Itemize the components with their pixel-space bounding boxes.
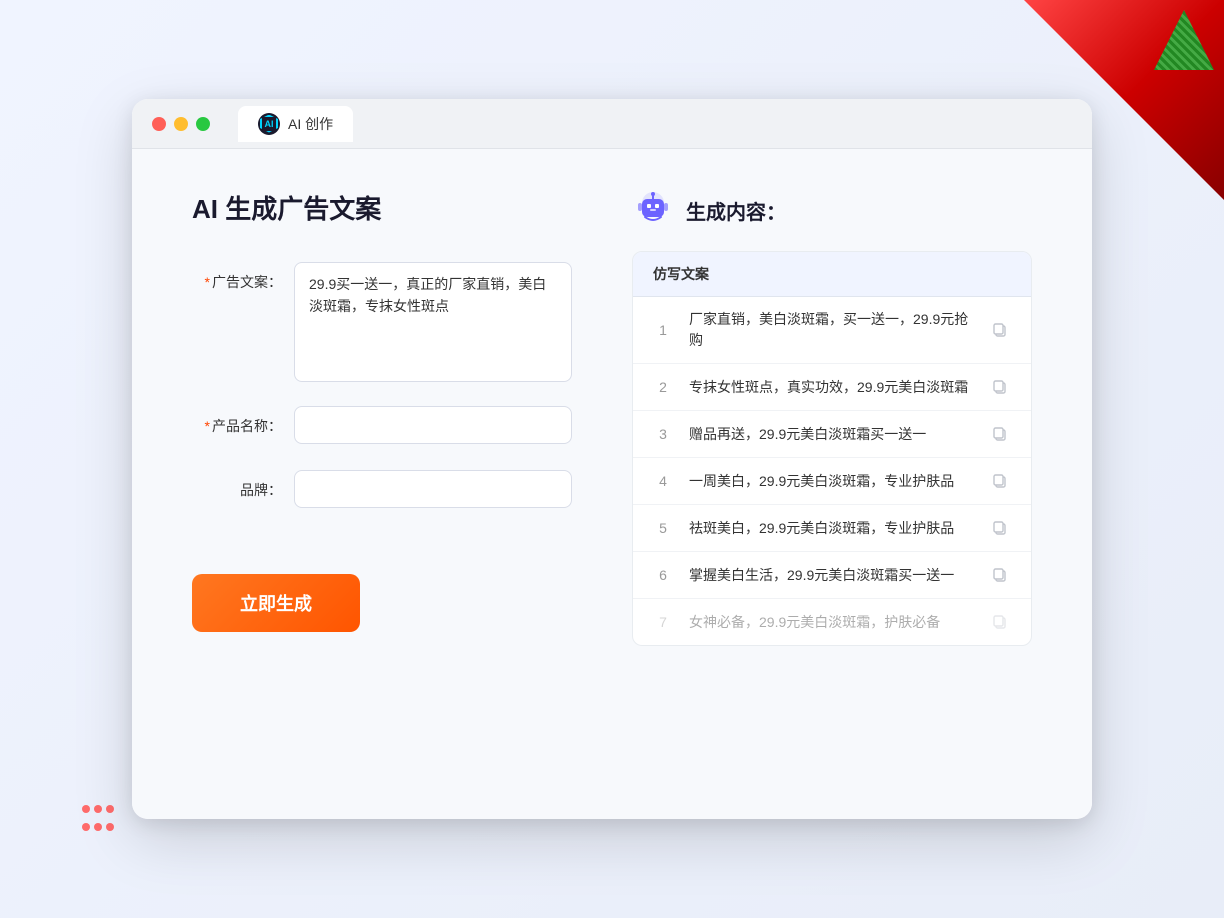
copy-icon-4[interactable] [989, 470, 1011, 492]
traffic-light-green[interactable] [196, 117, 210, 131]
row-text-3: 赠品再送，29.9元美白淡斑霜买一送一 [689, 424, 973, 445]
table-header: 仿写文案 [633, 252, 1031, 297]
table-row-dimmed: 7 女神必备，29.9元美白淡斑霜，护肤必备 [633, 599, 1031, 645]
generate-button[interactable]: 立即生成 [192, 574, 360, 632]
required-star-1: * [205, 274, 210, 290]
browser-titlebar: AI AI 创作 [132, 99, 1092, 149]
browser-content: AI 生成广告文案 *广告文案： 29.9买一送一，真正的厂家直销，美白淡斑霜，… [132, 149, 1092, 819]
row-text-2: 专抹女性斑点，真实功效，29.9元美白淡斑霜 [689, 377, 973, 398]
robot-icon [632, 189, 674, 231]
brand-group: 品牌： 好白 [192, 470, 572, 510]
row-text-4: 一周美白，29.9元美白淡斑霜，专业护肤品 [689, 471, 973, 492]
tab-label: AI 创作 [288, 114, 333, 134]
dots-decoration [80, 802, 116, 838]
result-title: 生成内容： [686, 196, 786, 225]
left-panel: AI 生成广告文案 *广告文案： 29.9买一送一，真正的厂家直销，美白淡斑霜，… [192, 189, 572, 779]
copy-icon-2[interactable] [989, 376, 1011, 398]
table-row: 2 专抹女性斑点，真实功效，29.9元美白淡斑霜 [633, 364, 1031, 411]
table-row: 6 掌握美白生活，29.9元美白淡斑霜买一送一 [633, 552, 1031, 599]
row-number-7: 7 [653, 614, 673, 630]
product-name-label: *产品名称： [192, 406, 282, 446]
traffic-light-yellow[interactable] [174, 117, 188, 131]
browser-tab[interactable]: AI AI 创作 [238, 106, 353, 142]
ad-copy-group: *广告文案： 29.9买一送一，真正的厂家直销，美白淡斑霜，专抹女性斑点 [192, 262, 572, 382]
copy-icon-1[interactable] [989, 319, 1011, 341]
row-number-3: 3 [653, 426, 673, 442]
traffic-lights [152, 117, 210, 131]
row-number-2: 2 [653, 379, 673, 395]
copy-icon-7[interactable] [989, 611, 1011, 633]
ad-copy-input[interactable]: 29.9买一送一，真正的厂家直销，美白淡斑霜，专抹女性斑点 [294, 262, 572, 382]
table-row: 1 厂家直销，美白淡斑霜，买一送一，29.9元抢购 [633, 297, 1031, 364]
ad-copy-label: *广告文案： [192, 262, 282, 302]
row-number-1: 1 [653, 322, 673, 338]
table-row: 3 赠品再送，29.9元美白淡斑霜买一送一 [633, 411, 1031, 458]
product-name-input[interactable]: 美白淡斑霜 [294, 406, 572, 444]
brand-label: 品牌： [192, 470, 282, 510]
traffic-light-red[interactable] [152, 117, 166, 131]
page-title: AI 生成广告文案 [192, 189, 572, 226]
row-text-7: 女神必备，29.9元美白淡斑霜，护肤必备 [689, 612, 973, 633]
copy-icon-3[interactable] [989, 423, 1011, 445]
table-row: 4 一周美白，29.9元美白淡斑霜，专业护肤品 [633, 458, 1031, 505]
table-row: 5 祛斑美白，29.9元美白淡斑霜，专业护肤品 [633, 505, 1031, 552]
required-star-2: * [205, 418, 210, 434]
copy-icon-5[interactable] [989, 517, 1011, 539]
right-panel: 生成内容： 仿写文案 1 厂家直销，美白淡斑霜，买一送一，29.9元抢购 2 [632, 189, 1032, 779]
copy-icon-6[interactable] [989, 564, 1011, 586]
product-name-group: *产品名称： 美白淡斑霜 [192, 406, 572, 446]
brand-input[interactable]: 好白 [294, 470, 572, 508]
row-number-6: 6 [653, 567, 673, 583]
result-header: 生成内容： [632, 189, 1032, 231]
browser-window: AI AI 创作 AI 生成广告文案 *广告文案： 29.9买一送一，真正的厂家… [132, 99, 1092, 819]
row-text-6: 掌握美白生活，29.9元美白淡斑霜买一送一 [689, 565, 973, 586]
row-text-5: 祛斑美白，29.9元美白淡斑霜，专业护肤品 [689, 518, 973, 539]
row-number-4: 4 [653, 473, 673, 489]
result-table: 仿写文案 1 厂家直销，美白淡斑霜，买一送一，29.9元抢购 2 专抹女性斑点，… [632, 251, 1032, 646]
row-number-5: 5 [653, 520, 673, 536]
row-text-1: 厂家直销，美白淡斑霜，买一送一，29.9元抢购 [689, 309, 973, 351]
ai-tab-icon: AI [258, 113, 280, 135]
